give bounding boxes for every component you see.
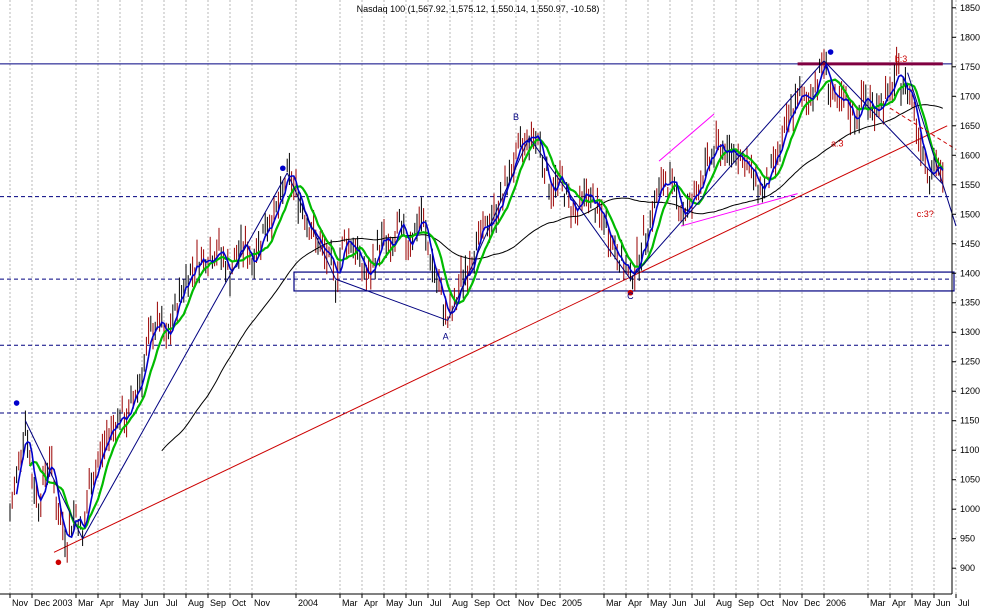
x-tick-label: Dec	[540, 598, 557, 608]
pivot-marker	[55, 559, 62, 566]
x-tick-label: Nov	[518, 598, 535, 608]
y-tick-label: 1150	[960, 416, 979, 426]
x-tick-label: Apr	[100, 598, 114, 608]
y-tick-label: 1550	[960, 180, 980, 190]
y-tick-label: 1300	[960, 327, 980, 337]
pivot-marker	[13, 400, 20, 406]
x-tick-label: Aug	[716, 598, 732, 608]
x-tick-label: 2006	[826, 598, 846, 608]
chart-container: A B Cb:3 a:3 c:3? 900 950 1000 1050 1100 1150 1200…	[0, 0, 994, 610]
x-tick-label: Jul	[166, 598, 178, 608]
annotation-label: C	[627, 291, 634, 301]
y-tick-label: 1000	[960, 504, 980, 514]
y-tick-label: 1500	[960, 209, 980, 219]
x-tick-label: May	[914, 598, 932, 608]
x-tick-label: Nov	[254, 598, 271, 608]
x-tick-label: Mar	[606, 598, 622, 608]
x-tick-label: Mar	[78, 598, 94, 608]
annotation-label: b:3	[895, 54, 908, 64]
y-tick-label: 1850	[960, 3, 980, 13]
y-tick-label: 1400	[960, 268, 980, 278]
annotation-label: c:3?	[917, 209, 934, 219]
x-tick-label: Sep	[474, 598, 490, 608]
x-tick-label: Sep	[738, 598, 754, 608]
x-tick-label: Apr	[364, 598, 378, 608]
y-tick-label: 1700	[960, 91, 980, 101]
x-tick-label: Jun	[936, 598, 951, 608]
y-tick-label: 1200	[960, 386, 980, 396]
y-tick-label: 950	[960, 534, 975, 544]
y-tick-label: 1450	[960, 239, 980, 249]
x-tick-label: Nov	[12, 598, 29, 608]
chart-title: Nasdaq 100 (1,567.92, 1,575.12, 1,550.14…	[357, 4, 600, 14]
x-tick-label: 2005	[562, 598, 582, 608]
x-tick-label: Jul	[694, 598, 706, 608]
y-tick-label: 1800	[960, 32, 980, 42]
x-tick-label: Jun	[408, 598, 423, 608]
x-tick-label: Apr	[628, 598, 642, 608]
x-tick-label: May	[386, 598, 404, 608]
y-tick-label: 1050	[960, 475, 980, 485]
x-tick-label: Oct	[760, 598, 775, 608]
annotation-label: A	[443, 331, 449, 341]
x-tick-label: Oct	[232, 598, 247, 608]
y-tick-label: 1250	[960, 357, 980, 367]
x-tick-label: Nov	[782, 598, 799, 608]
pivot-marker	[280, 165, 286, 172]
x-tick-label: Jul	[430, 598, 442, 608]
x-tick-label: Dec 2003	[34, 598, 73, 608]
x-tick-label: Sep	[210, 598, 226, 608]
x-tick-label: Mar	[870, 598, 886, 608]
x-tick-label: Aug	[452, 598, 468, 608]
nasdaq-chart: A B Cb:3 a:3 c:3? 900 950 1000 1050 1100 1150 1200…	[0, 0, 994, 610]
y-tick-label: 1750	[960, 62, 980, 72]
y-tick-label: 1650	[960, 121, 980, 131]
x-tick-label: Jun	[672, 598, 687, 608]
x-tick-label: May	[122, 598, 140, 608]
y-tick-label: 1350	[960, 298, 980, 308]
pivot-marker	[827, 49, 834, 55]
x-tick-label: Oct	[496, 598, 511, 608]
y-tick-label: 1600	[960, 150, 980, 160]
y-tick-label: 900	[960, 563, 975, 573]
y-tick-label: 1100	[960, 445, 979, 455]
annotation-label: B	[513, 112, 519, 122]
x-tick-label: 2004	[298, 598, 318, 608]
x-tick-label: Apr	[892, 598, 906, 608]
x-tick-label: May	[650, 598, 668, 608]
x-tick-label: Jul	[958, 598, 970, 608]
x-tick-label: Mar	[342, 598, 358, 608]
x-tick-label: Dec	[804, 598, 821, 608]
x-tick-label: Jun	[144, 598, 159, 608]
x-tick-label: Aug	[188, 598, 204, 608]
annotation-label: a:3	[831, 138, 844, 148]
